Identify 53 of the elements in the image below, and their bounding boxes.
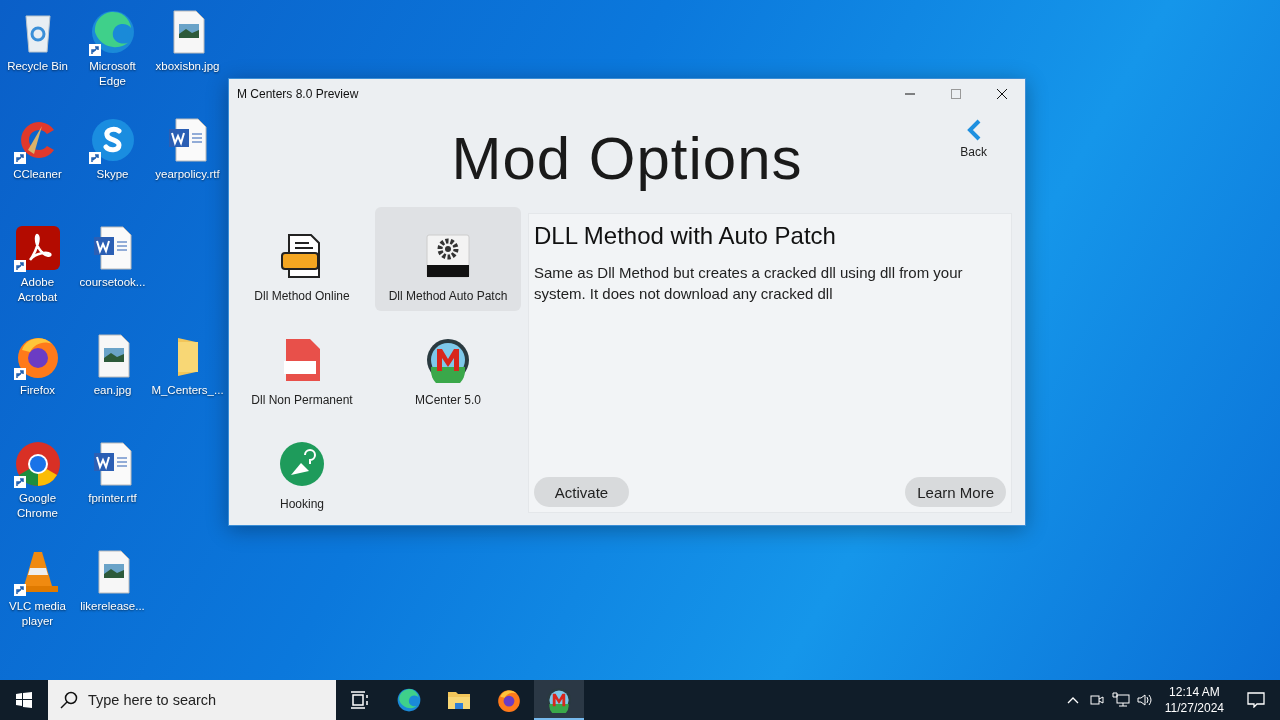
- task-view-icon: [350, 691, 370, 709]
- clock-time: 12:14 AM: [1169, 684, 1220, 700]
- desktop-icon-label[interactable]: fprinter.rtf: [88, 491, 137, 506]
- option-label: MCenter 5.0: [415, 393, 481, 407]
- desktop-icon-label[interactable]: yearpolicy.rtf: [155, 167, 220, 182]
- detail-title: DLL Method with Auto Patch: [534, 222, 837, 250]
- mod-option-tile[interactable]: Hooking: [229, 415, 375, 519]
- firefox-icon: [496, 687, 522, 713]
- mod-option-tile[interactable]: Dll Method Online: [229, 207, 375, 311]
- panel-button[interactable]: Activate: [534, 477, 629, 507]
- desktop-icon-label[interactable]: likerelease...: [80, 599, 145, 614]
- clock[interactable]: 12:14 AM 11/27/2024: [1156, 684, 1232, 716]
- m-logo-icon: [425, 337, 471, 383]
- desktop-icon-label[interactable]: M_Centers_...: [151, 383, 224, 398]
- mod-option-tile[interactable]: MCenter 5.0: [375, 311, 521, 415]
- chrome-icon: [13, 440, 62, 488]
- mod-option-tile[interactable]: Dll Method Auto Patch: [375, 207, 521, 311]
- back-button[interactable]: Back: [956, 115, 991, 163]
- option-label: Dll Non Permanent: [251, 393, 353, 407]
- page-heading: Mod Options: [451, 123, 803, 193]
- desktop-icon-label[interactable]: Google Chrome: [0, 491, 75, 521]
- gear-file-icon: [425, 233, 471, 279]
- option-label: Dll Method Online: [254, 289, 350, 303]
- maximize-icon: [951, 89, 961, 99]
- close-icon: [996, 88, 1008, 100]
- desktop-icon-label[interactable]: ean.jpg: [93, 383, 132, 398]
- desktop-icon-label[interactable]: Firefox: [19, 383, 56, 398]
- windows-logo-icon: [16, 692, 32, 708]
- chevron-left-icon: [965, 119, 982, 141]
- clock-date: 11/27/2024: [1164, 700, 1224, 716]
- hook-icon: [279, 441, 325, 487]
- desktop-icon-label[interactable]: coursetook...: [79, 275, 146, 290]
- desktop-icon-label[interactable]: Recycle Bin: [7, 59, 68, 74]
- search-icon: [60, 691, 78, 709]
- window-title: M Centers 8.0 Preview: [236, 87, 360, 101]
- desktop-icon-label[interactable]: xboxisbn.jpg: [155, 59, 220, 74]
- desktop-icon-label[interactable]: Skype: [96, 167, 129, 182]
- mod-option-tile[interactable]: Dll Non Permanent: [229, 311, 375, 415]
- search-field[interactable]: Type here to search: [48, 680, 336, 720]
- desktop-icon-label[interactable]: CCleaner: [13, 167, 62, 182]
- dll-file-icon: [282, 337, 322, 383]
- speech-bubble-icon: [1247, 692, 1265, 708]
- option-label: Hooking: [280, 497, 324, 511]
- m-logo-icon: [546, 687, 572, 713]
- option-label: Dll Method Auto Patch: [388, 289, 508, 303]
- taskbar-app-button[interactable]: [534, 680, 584, 720]
- desktop-icon-label[interactable]: Adobe Acrobat: [0, 275, 75, 305]
- desktop-icon-label[interactable]: Microsoft Edge: [75, 59, 150, 89]
- detail-description: Same as Dll Method but creates a cracked dll using dll from your system. It does not download any cracked dll: [534, 263, 964, 304]
- acrobat-icon: [13, 224, 62, 272]
- folder-icon: [447, 689, 471, 711]
- desktop-icon-label[interactable]: VLC media player: [0, 599, 75, 629]
- panel-button[interactable]: Learn More: [905, 477, 1006, 507]
